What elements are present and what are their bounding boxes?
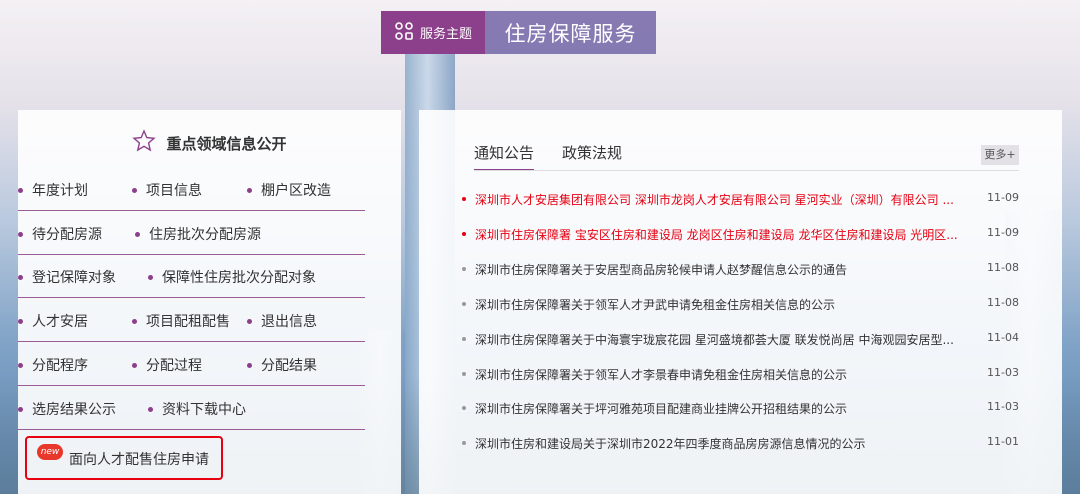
link-row: 登记保障对象 保障性住房批次分配对象 [18, 256, 365, 298]
news-item[interactable]: 深圳市住房保障署 宝安区住房和建设局 龙岗区住房和建设局 龙华区住房和建设局 光… [462, 224, 1019, 244]
news-title[interactable]: 深圳市住房保障署关于领军人才尹武申请免租金住房相关信息的公示 [475, 296, 965, 313]
link-project-info[interactable]: 项目信息 [132, 180, 202, 200]
news-item[interactable]: 深圳市住房保障署关于领军人才尹武申请免租金住房相关信息的公示 11-08 [462, 294, 1019, 314]
news-item[interactable]: 深圳市住房保障署关于安居型商品房轮候申请人赵梦醒信息公示的通告 11-08 [462, 259, 1019, 279]
link-selection-result[interactable]: 选房结果公示 [18, 399, 116, 419]
tab-divider [474, 170, 1019, 171]
bullet-icon [462, 406, 466, 410]
tab-notices[interactable]: 通知公告 [474, 142, 535, 171]
news-title[interactable]: 深圳市住房和建设局关于深圳市2022年四季度商品房房源信息情况的公示 [475, 435, 965, 452]
news-date: 11-09 [987, 191, 1019, 204]
news-date: 11-03 [987, 366, 1019, 379]
news-item[interactable]: 深圳市住房保障署关于领军人才李景春申请免租金住房相关信息的公示 11-03 [462, 364, 1019, 384]
news-title[interactable]: 深圳市人才安居集团有限公司 深圳市龙岗人才安居有限公司 星河实业（深圳）有限公司… [475, 191, 965, 208]
news-date: 11-04 [987, 331, 1019, 344]
link-row: 选房结果公示 资料下载中心 [18, 388, 365, 430]
link-batch-housing[interactable]: 住房批次分配房源 [135, 224, 261, 244]
link-row: 人才安居 项目配租配售 退出信息 [18, 300, 365, 342]
news-date: 11-01 [987, 435, 1019, 448]
page-title: 住房保障服务 [485, 11, 656, 54]
news-title[interactable]: 深圳市住房保障署关于坪河雅苑项目配建商业挂牌公开招租结果的公示 [475, 400, 965, 417]
tab-policies[interactable]: 政策法规 [562, 142, 622, 163]
link-allocation-process[interactable]: 分配过程 [132, 355, 202, 375]
news-date: 11-08 [987, 261, 1019, 274]
bullet-icon [462, 441, 466, 445]
new-badge: new [37, 444, 63, 460]
news-title[interactable]: 深圳市住房保障署关于领军人才李景春申请免租金住房相关信息的公示 [475, 366, 965, 383]
bullet-icon [462, 267, 466, 271]
news-title[interactable]: 深圳市住房保障署 宝安区住房和建设局 龙岗区住房和建设局 龙华区住房和建设局 光… [475, 226, 965, 243]
key-info-title: 重点领域信息公开 [166, 134, 287, 153]
star-icon [132, 129, 157, 157]
link-allocation-result[interactable]: 分配结果 [247, 355, 317, 375]
news-date: 11-09 [987, 226, 1019, 239]
theme-tag-label: 服务主题 [419, 27, 472, 42]
link-row: 分配程序 分配过程 分配结果 [18, 344, 365, 386]
news-item[interactable]: 深圳市住房保障署关于中海寰宇珑宸花园 星河盛境都荟大厦 联发悦尚居 中海观园安居… [462, 329, 1019, 349]
link-shantytown[interactable]: 棚户区改造 [247, 180, 331, 200]
more-button[interactable]: 更多+ [981, 145, 1019, 165]
link-exit-info[interactable]: 退出信息 [247, 311, 317, 331]
bullet-icon [462, 372, 466, 376]
news-title[interactable]: 深圳市住房保障署关于安居型商品房轮候申请人赵梦醒信息公示的通告 [475, 261, 965, 278]
bullet-icon [462, 197, 466, 201]
link-allocation-procedure[interactable]: 分配程序 [18, 355, 88, 375]
key-info-heading: 重点领域信息公开 [18, 128, 401, 158]
link-download-center[interactable]: 资料下载中心 [148, 399, 246, 419]
bullet-icon [462, 337, 466, 341]
theme-tag[interactable]: 服务主题 [381, 11, 485, 54]
news-date: 11-03 [987, 400, 1019, 413]
news-title[interactable]: 深圳市住房保障署关于中海寰宇珑宸花园 星河盛境都荟大厦 联发悦尚居 中海观园安居… [475, 331, 965, 348]
link-talent-housing[interactable]: 人才安居 [18, 311, 88, 331]
link-rent-sale[interactable]: 项目配租配售 [132, 311, 230, 331]
link-row: 年度计划 项目信息 棚户区改造 [18, 169, 365, 211]
news-item[interactable]: 深圳市住房和建设局关于深圳市2022年四季度商品房房源信息情况的公示 11-01 [462, 433, 1019, 453]
news-item[interactable]: 深圳市人才安居集团有限公司 深圳市龙岗人才安居有限公司 星河实业（深圳）有限公司… [462, 189, 1019, 209]
link-annual-plan[interactable]: 年度计划 [18, 180, 88, 200]
bullet-icon [462, 232, 466, 236]
announcements-panel: 通知公告 政策法规 更多+ 深圳市人才安居集团有限公司 深圳市龙岗人才安居有限公… [419, 110, 1062, 494]
theme-header: 服务主题 住房保障服务 [381, 11, 656, 54]
link-batch-recipients[interactable]: 保障性住房批次分配对象 [148, 267, 316, 287]
link-housing-to-assign[interactable]: 待分配房源 [18, 224, 102, 244]
link-row: 待分配房源 住房批次分配房源 [18, 213, 365, 255]
talent-housing-application-label: 面向人才配售住房申请 [69, 452, 209, 468]
grid-icon [394, 21, 414, 45]
news-item[interactable]: 深圳市住房保障署关于坪河雅苑项目配建商业挂牌公开招租结果的公示 11-03 [462, 398, 1019, 418]
news-date: 11-08 [987, 296, 1019, 309]
bullet-icon [462, 302, 466, 306]
talent-housing-application-button[interactable]: new 面向人才配售住房申请 [25, 436, 223, 480]
link-registered-recipients[interactable]: 登记保障对象 [18, 267, 116, 287]
